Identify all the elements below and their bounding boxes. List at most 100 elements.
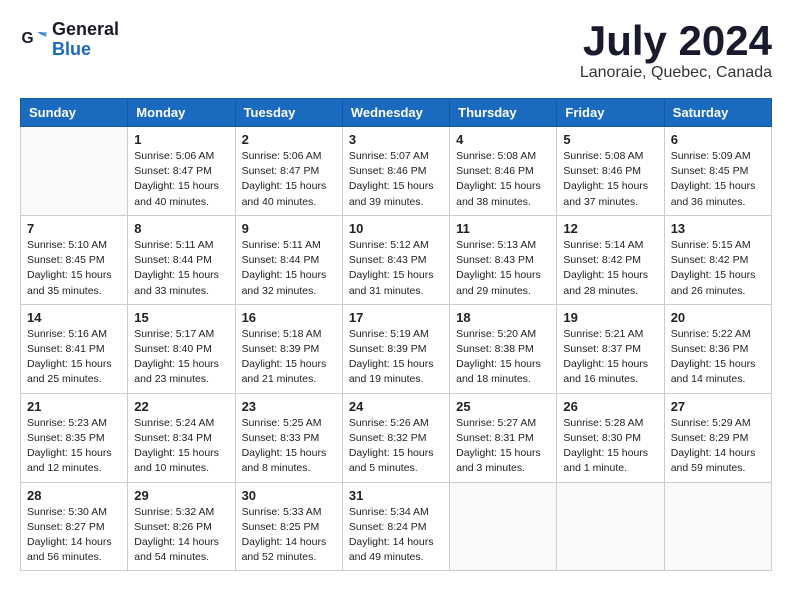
calendar-cell: 11 Sunrise: 5:13 AM Sunset: 8:43 PM Dayli… <box>450 215 557 304</box>
day-number: 31 <box>349 488 443 503</box>
day-info: Sunrise: 5:32 AM Sunset: 8:26 PM Dayligh… <box>134 505 228 566</box>
month-title: July 2024 <box>580 20 772 62</box>
calendar-cell <box>557 482 664 571</box>
day-info: Sunrise: 5:06 AM Sunset: 8:47 PM Dayligh… <box>134 149 228 210</box>
day-number: 5 <box>563 132 657 147</box>
day-number: 21 <box>27 399 121 414</box>
calendar-cell: 7Sunrise: 5:10 AM Sunset: 8:45 PM Daylig… <box>21 215 128 304</box>
week-row-3: 14 Sunrise: 5:16 AM Sunset: 8:41 PM Dayli… <box>21 304 772 393</box>
day-number: 26 <box>563 399 657 414</box>
calendar-cell: 22 Sunrise: 5:24 AM Sunset: 8:34 PM Dayli… <box>128 393 235 482</box>
day-number: 29 <box>134 488 228 503</box>
calendar-cell: 30 Sunrise: 5:33 AM Sunset: 8:25 PM Dayli… <box>235 482 342 571</box>
day-number: 9 <box>242 221 336 236</box>
week-row-4: 21 Sunrise: 5:23 AM Sunset: 8:35 PM Dayli… <box>21 393 772 482</box>
location-title: Lanoraie, Quebec, Canada <box>580 64 772 82</box>
day-number: 20 <box>671 310 765 325</box>
day-number: 25 <box>456 399 550 414</box>
day-number: 2 <box>242 132 336 147</box>
day-number: 18 <box>456 310 550 325</box>
col-monday: Monday <box>128 99 235 127</box>
day-number: 22 <box>134 399 228 414</box>
day-info: Sunrise: 5:13 AM Sunset: 8:43 PM Dayligh… <box>456 238 550 299</box>
day-number: 17 <box>349 310 443 325</box>
day-number: 1 <box>134 132 228 147</box>
day-number: 23 <box>242 399 336 414</box>
calendar-cell: 17 Sunrise: 5:19 AM Sunset: 8:39 PM Dayli… <box>342 304 449 393</box>
calendar-cell: 25 Sunrise: 5:27 AM Sunset: 8:31 PM Dayli… <box>450 393 557 482</box>
day-number: 3 <box>349 132 443 147</box>
calendar-cell <box>664 482 771 571</box>
day-number: 28 <box>27 488 121 503</box>
calendar-cell: 24 Sunrise: 5:26 AM Sunset: 8:32 PM Dayli… <box>342 393 449 482</box>
day-number: 8 <box>134 221 228 236</box>
day-number: 11 <box>456 221 550 236</box>
day-info: Sunrise: 5:34 AM Sunset: 8:24 PM Dayligh… <box>349 505 443 566</box>
calendar-cell: 16Sunrise: 5:18 AM Sunset: 8:39 PM Dayli… <box>235 304 342 393</box>
calendar-cell: 10Sunrise: 5:12 AM Sunset: 8:43 PM Dayli… <box>342 215 449 304</box>
calendar-cell: 3 Sunrise: 5:07 AM Sunset: 8:46 PM Daylig… <box>342 127 449 216</box>
calendar-cell: 29 Sunrise: 5:32 AM Sunset: 8:26 PM Dayli… <box>128 482 235 571</box>
day-info: Sunrise: 5:20 AM Sunset: 8:38 PM Dayligh… <box>456 327 550 388</box>
day-info: Sunrise: 5:10 AM Sunset: 8:45 PM Dayligh… <box>27 238 121 299</box>
day-info: Sunrise: 5:08 AM Sunset: 8:46 PM Dayligh… <box>563 149 657 210</box>
day-info: Sunrise: 5:28 AM Sunset: 8:30 PM Dayligh… <box>563 416 657 477</box>
day-info: Sunrise: 5:14 AM Sunset: 8:42 PM Dayligh… <box>563 238 657 299</box>
logo-general: General <box>52 19 119 39</box>
calendar-cell: 14 Sunrise: 5:16 AM Sunset: 8:41 PM Dayli… <box>21 304 128 393</box>
day-info: Sunrise: 5:26 AM Sunset: 8:32 PM Dayligh… <box>349 416 443 477</box>
day-info: Sunrise: 5:11 AM Sunset: 8:44 PM Dayligh… <box>242 238 336 299</box>
calendar-cell: 23 Sunrise: 5:25 AM Sunset: 8:33 PM Dayli… <box>235 393 342 482</box>
calendar-cell: 21 Sunrise: 5:23 AM Sunset: 8:35 PM Dayli… <box>21 393 128 482</box>
day-info: Sunrise: 5:19 AM Sunset: 8:39 PM Dayligh… <box>349 327 443 388</box>
calendar-cell: 19 Sunrise: 5:21 AM Sunset: 8:37 PM Dayli… <box>557 304 664 393</box>
day-info: Sunrise: 5:21 AM Sunset: 8:37 PM Dayligh… <box>563 327 657 388</box>
day-number: 19 <box>563 310 657 325</box>
day-number: 10 <box>349 221 443 236</box>
day-info: Sunrise: 5:09 AM Sunset: 8:45 PM Dayligh… <box>671 149 765 210</box>
day-info: Sunrise: 5:18 AM Sunset: 8:39 PM Dayligh… <box>242 327 336 388</box>
calendar-cell: 9 Sunrise: 5:11 AM Sunset: 8:44 PM Daylig… <box>235 215 342 304</box>
day-info: Sunrise: 5:30 AM Sunset: 8:27 PM Dayligh… <box>27 505 121 566</box>
day-number: 24 <box>349 399 443 414</box>
day-info: Sunrise: 5:25 AM Sunset: 8:33 PM Dayligh… <box>242 416 336 477</box>
day-info: Sunrise: 5:24 AM Sunset: 8:34 PM Dayligh… <box>134 416 228 477</box>
day-info: Sunrise: 5:06 AM Sunset: 8:47 PM Dayligh… <box>242 149 336 210</box>
calendar-cell: 26 Sunrise: 5:28 AM Sunset: 8:30 PM Dayli… <box>557 393 664 482</box>
day-info: Sunrise: 5:22 AM Sunset: 8:36 PM Dayligh… <box>671 327 765 388</box>
calendar-cell: 31 Sunrise: 5:34 AM Sunset: 8:24 PM Dayli… <box>342 482 449 571</box>
week-row-1: 1 Sunrise: 5:06 AM Sunset: 8:47 PM Daylig… <box>21 127 772 216</box>
week-row-2: 7Sunrise: 5:10 AM Sunset: 8:45 PM Daylig… <box>21 215 772 304</box>
day-info: Sunrise: 5:27 AM Sunset: 8:31 PM Dayligh… <box>456 416 550 477</box>
col-friday: Friday <box>557 99 664 127</box>
page-header: G General Blue July 2024 Lanoraie, Quebe… <box>20 20 772 82</box>
header-row: Sunday Monday Tuesday Wednesday Thursday… <box>21 99 772 127</box>
logo-blue: Blue <box>52 39 91 59</box>
day-info: Sunrise: 5:33 AM Sunset: 8:25 PM Dayligh… <box>242 505 336 566</box>
day-number: 4 <box>456 132 550 147</box>
svg-text:G: G <box>22 30 34 47</box>
logo: G General Blue <box>20 20 119 60</box>
calendar-cell: 6Sunrise: 5:09 AM Sunset: 8:45 PM Daylig… <box>664 127 771 216</box>
day-info: Sunrise: 5:29 AM Sunset: 8:29 PM Dayligh… <box>671 416 765 477</box>
col-thursday: Thursday <box>450 99 557 127</box>
title-section: July 2024 Lanoraie, Quebec, Canada <box>580 20 772 82</box>
calendar-cell: 20 Sunrise: 5:22 AM Sunset: 8:36 PM Dayli… <box>664 304 771 393</box>
day-info: Sunrise: 5:23 AM Sunset: 8:35 PM Dayligh… <box>27 416 121 477</box>
day-info: Sunrise: 5:07 AM Sunset: 8:46 PM Dayligh… <box>349 149 443 210</box>
day-info: Sunrise: 5:16 AM Sunset: 8:41 PM Dayligh… <box>27 327 121 388</box>
day-number: 27 <box>671 399 765 414</box>
calendar-cell: 5 Sunrise: 5:08 AM Sunset: 8:46 PM Daylig… <box>557 127 664 216</box>
calendar-cell: 8 Sunrise: 5:11 AM Sunset: 8:44 PM Daylig… <box>128 215 235 304</box>
calendar-cell: 2 Sunrise: 5:06 AM Sunset: 8:47 PM Daylig… <box>235 127 342 216</box>
day-number: 14 <box>27 310 121 325</box>
col-saturday: Saturday <box>664 99 771 127</box>
day-number: 13 <box>671 221 765 236</box>
day-number: 30 <box>242 488 336 503</box>
col-wednesday: Wednesday <box>342 99 449 127</box>
col-tuesday: Tuesday <box>235 99 342 127</box>
calendar-cell: 27 Sunrise: 5:29 AM Sunset: 8:29 PM Dayli… <box>664 393 771 482</box>
day-number: 15 <box>134 310 228 325</box>
calendar-cell: 13Sunrise: 5:15 AM Sunset: 8:42 PM Dayli… <box>664 215 771 304</box>
day-info: Sunrise: 5:11 AM Sunset: 8:44 PM Dayligh… <box>134 238 228 299</box>
